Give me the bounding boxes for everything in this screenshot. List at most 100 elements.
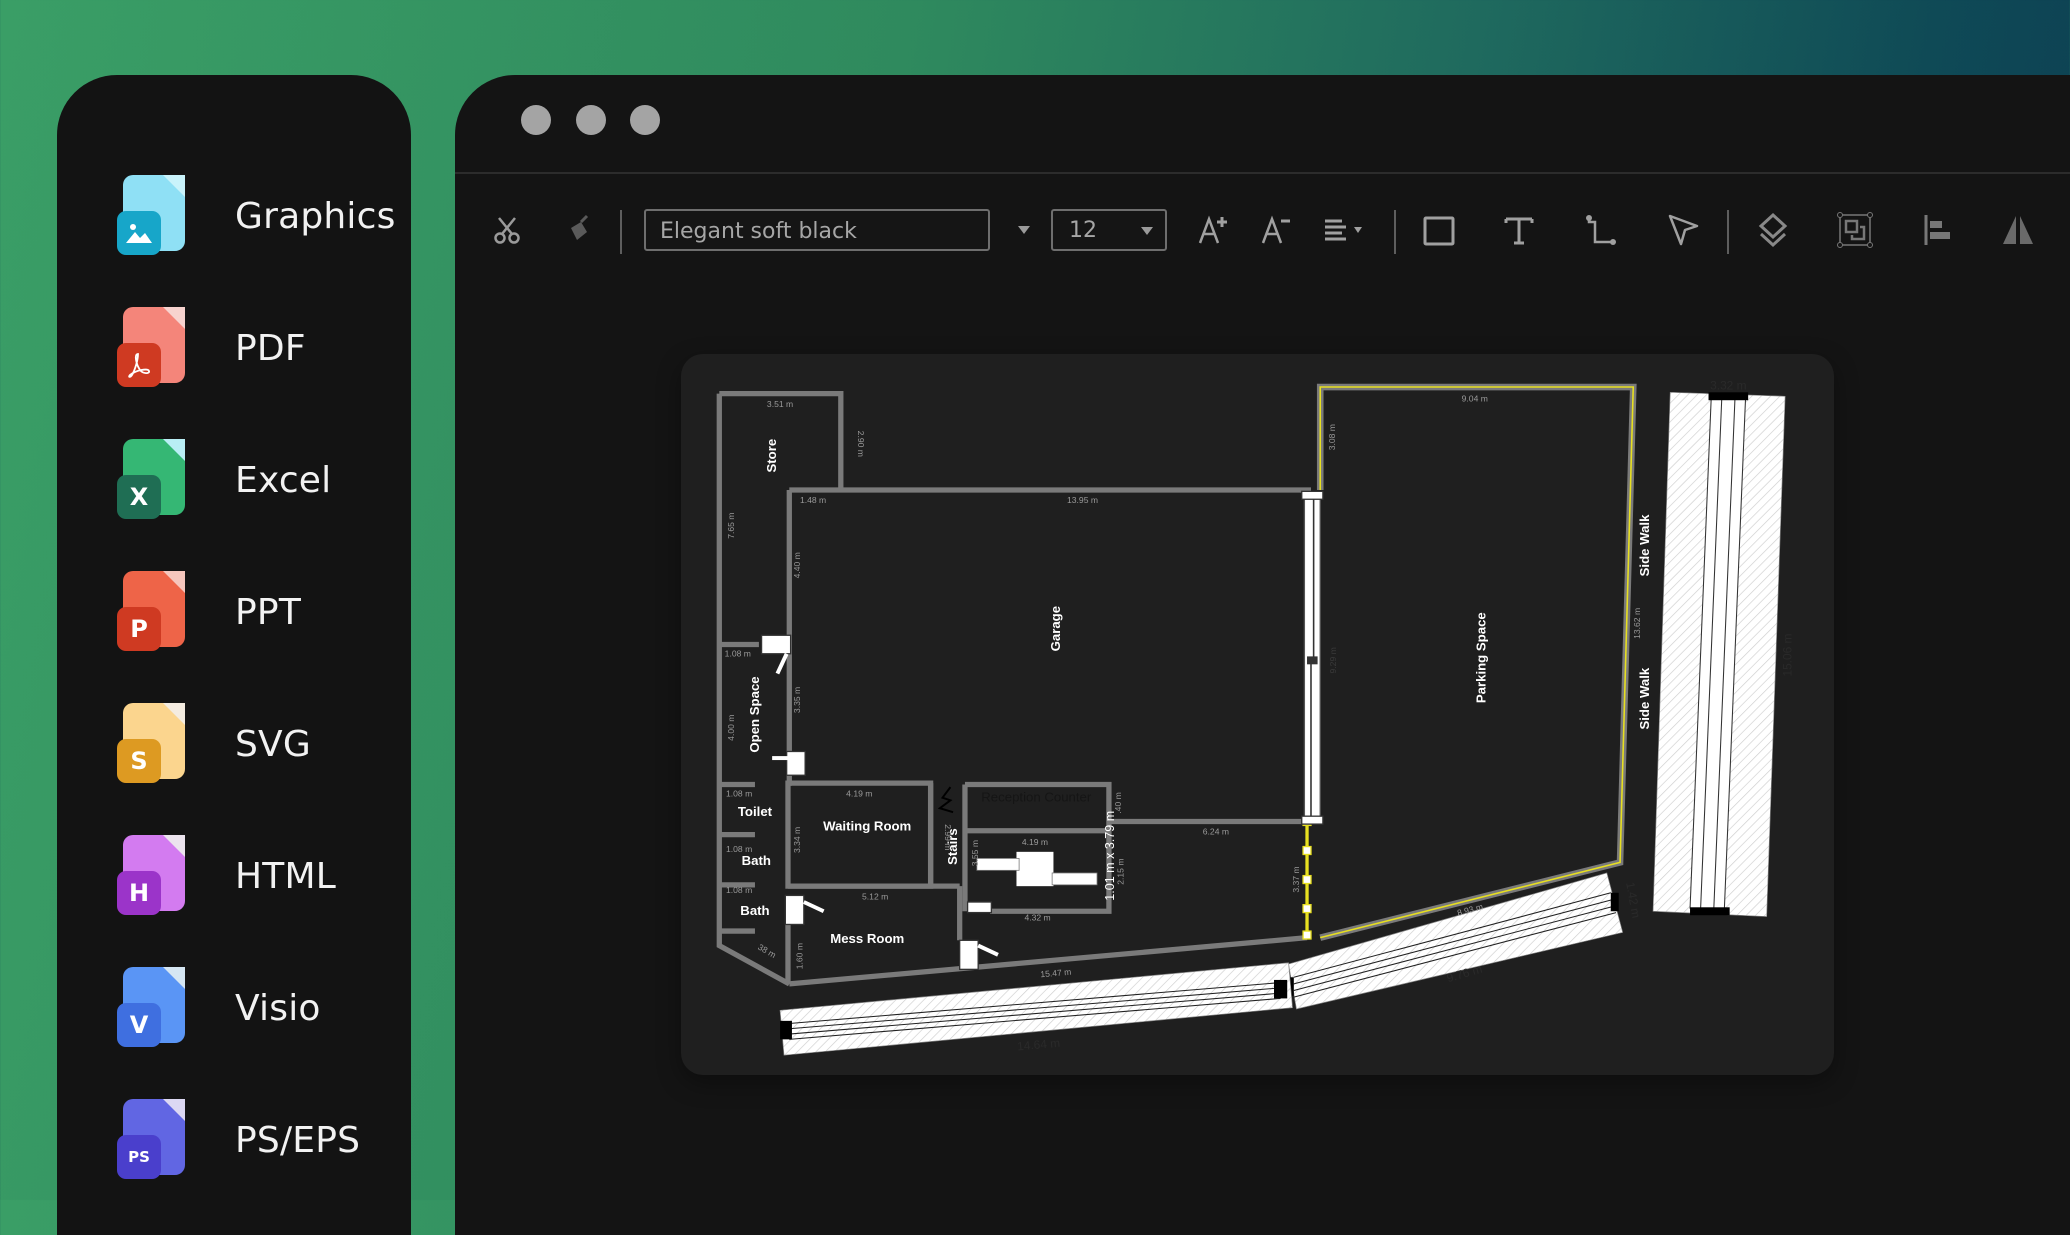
- sidebar-item-pdf[interactable]: PDF: [117, 303, 306, 393]
- excel-file-icon: X: [117, 439, 189, 521]
- stairs-arrow-icon: [937, 786, 954, 814]
- door[interactable]: [784, 894, 825, 926]
- cut-button[interactable]: [487, 200, 527, 260]
- door[interactable]: [760, 634, 792, 675]
- dimension-label: 13.62 m: [1632, 608, 1642, 639]
- text-icon: [1504, 217, 1534, 245]
- chevron-down-icon: [1141, 227, 1153, 235]
- dimension-label: 2.90 m: [856, 431, 866, 457]
- svg-file-icon: S: [117, 703, 189, 785]
- font-decrease-icon: [1261, 215, 1290, 244]
- file-badge: H: [117, 871, 161, 915]
- flip-button[interactable]: [1996, 200, 2040, 260]
- dimension-label: 6.24 m: [1203, 827, 1229, 837]
- dimension-label: 4.19 m: [846, 788, 872, 798]
- decrease-font-button[interactable]: [1255, 200, 1299, 260]
- dimension-label: 15.06 m: [1781, 634, 1795, 677]
- door[interactable]: [772, 750, 806, 776]
- align-left-icon: [1924, 215, 1950, 245]
- dimension-label: 1.08 m: [726, 788, 752, 798]
- dimension-label: 38 m: [756, 942, 778, 960]
- sidebar-item-svg[interactable]: S SVG: [117, 699, 311, 789]
- room-label-toilet: Toilet: [738, 804, 773, 819]
- flip-icon: [2003, 216, 2033, 244]
- chevron-down-icon: [1018, 226, 1030, 234]
- selection-handle[interactable]: [1302, 903, 1312, 914]
- toolbar: Elegant soft black 12: [455, 200, 2070, 260]
- room-label-waiting-room: Waiting Room: [823, 819, 911, 834]
- layers-button[interactable]: [1751, 200, 1795, 260]
- sidebar-item-visio[interactable]: V Visio: [117, 963, 321, 1053]
- sidebar-item-graphics[interactable]: Graphics: [117, 171, 396, 261]
- dimension-label: 4.19 m: [1022, 837, 1048, 847]
- sidebar-item-label: PDF: [235, 327, 306, 369]
- sidebar-item-excel[interactable]: X Excel: [117, 435, 331, 525]
- stair-size-label: 1.01 m x 3.79 m: [1103, 811, 1117, 901]
- dimension-label: 3.55 m: [970, 840, 980, 866]
- dimension-label: 13.95 m: [1067, 495, 1098, 505]
- dimension-label: 3.51 m: [767, 399, 793, 409]
- file-badge: X: [117, 475, 161, 519]
- toolbar-separator: [620, 210, 622, 254]
- selection-handle[interactable]: [1302, 930, 1312, 940]
- room-label-garage: Garage: [1048, 606, 1063, 651]
- dimension-label: 9.04 m: [1462, 394, 1488, 404]
- format-painter-button[interactable]: [559, 200, 599, 260]
- selected-wall[interactable]: [1302, 816, 1312, 940]
- dimension-label: 1.42 m: [1623, 881, 1643, 919]
- text-align-dropdown[interactable]: [1319, 200, 1375, 260]
- room-label-bath: Bath: [742, 853, 771, 868]
- dimension-label: 2.99 m: [943, 824, 953, 850]
- group-button[interactable]: [1833, 200, 1877, 260]
- file-badge: [117, 211, 161, 255]
- dimension-label: 3.08 m: [1327, 424, 1337, 450]
- dimension-label: 15.47 m: [1040, 967, 1072, 980]
- sidebar-item-label: PS/EPS: [235, 1119, 361, 1161]
- text-tool-button[interactable]: [1497, 200, 1541, 260]
- file-badge: PS: [117, 1135, 161, 1179]
- room-label-side-walk: Side Walk: [1637, 667, 1652, 729]
- group-icon: [1837, 212, 1873, 248]
- select-tool-button[interactable]: [1661, 200, 1705, 260]
- rectangle-tool-button[interactable]: [1417, 200, 1461, 260]
- cut-icon: [494, 217, 520, 244]
- window-minimize-button[interactable]: [576, 105, 606, 135]
- sidebar-item-ppt[interactable]: P PPT: [117, 567, 301, 657]
- room-label-parking: Parking Space: [1473, 612, 1488, 703]
- sidebar-item-ps-eps[interactable]: PS PS/EPS: [117, 1095, 360, 1185]
- image-file-icon: [117, 175, 189, 257]
- staircase[interactable]: [976, 851, 1098, 887]
- font-family-dropdown-button[interactable]: [1012, 200, 1036, 260]
- dimension-label: 3.35 m: [792, 687, 802, 713]
- floor-plan[interactable]: Store Garage Open Space Toilet Bath Bath…: [681, 354, 1834, 1075]
- font-size-input[interactable]: 12: [1051, 209, 1167, 251]
- room-label-mess-room: Mess Room: [830, 931, 904, 946]
- increase-font-button[interactable]: [1192, 200, 1236, 260]
- road-right[interactable]: [1652, 391, 1786, 917]
- garage-door[interactable]: [1301, 490, 1324, 825]
- dimension-label: 3.37 m: [1291, 866, 1301, 892]
- road-diagonal[interactable]: [1277, 872, 1624, 1010]
- selection-handle[interactable]: [1302, 874, 1312, 885]
- sidebar-item-label: Visio: [235, 987, 321, 1029]
- dimension-label: 7.65 m: [726, 513, 736, 539]
- file-badge: S: [117, 739, 161, 783]
- sidebar-item-label: Excel: [235, 459, 332, 501]
- window-maximize-button[interactable]: [630, 105, 660, 135]
- selection-handle[interactable]: [1302, 845, 1312, 856]
- wall-waiting-room: [785, 780, 934, 889]
- dimension-label: 1.08 m: [726, 844, 752, 854]
- html-file-icon: H: [117, 835, 189, 917]
- titlebar-divider: [455, 172, 2070, 174]
- dimension-label: 3.34 m: [792, 827, 802, 853]
- toolbar-separator: [1394, 210, 1396, 254]
- sidebar-item-html[interactable]: H HTML: [117, 831, 336, 921]
- connector-tool-button[interactable]: [1579, 200, 1623, 260]
- drawing-canvas[interactable]: Store Garage Open Space Toilet Bath Bath…: [681, 354, 1834, 1075]
- font-family-input[interactable]: Elegant soft black: [644, 209, 990, 251]
- align-left-button[interactable]: [1915, 200, 1959, 260]
- door[interactable]: [966, 901, 993, 914]
- dimension-label: 4.00 m: [726, 715, 736, 741]
- window-close-button[interactable]: [521, 105, 551, 135]
- pointer-icon: [1668, 214, 1699, 246]
